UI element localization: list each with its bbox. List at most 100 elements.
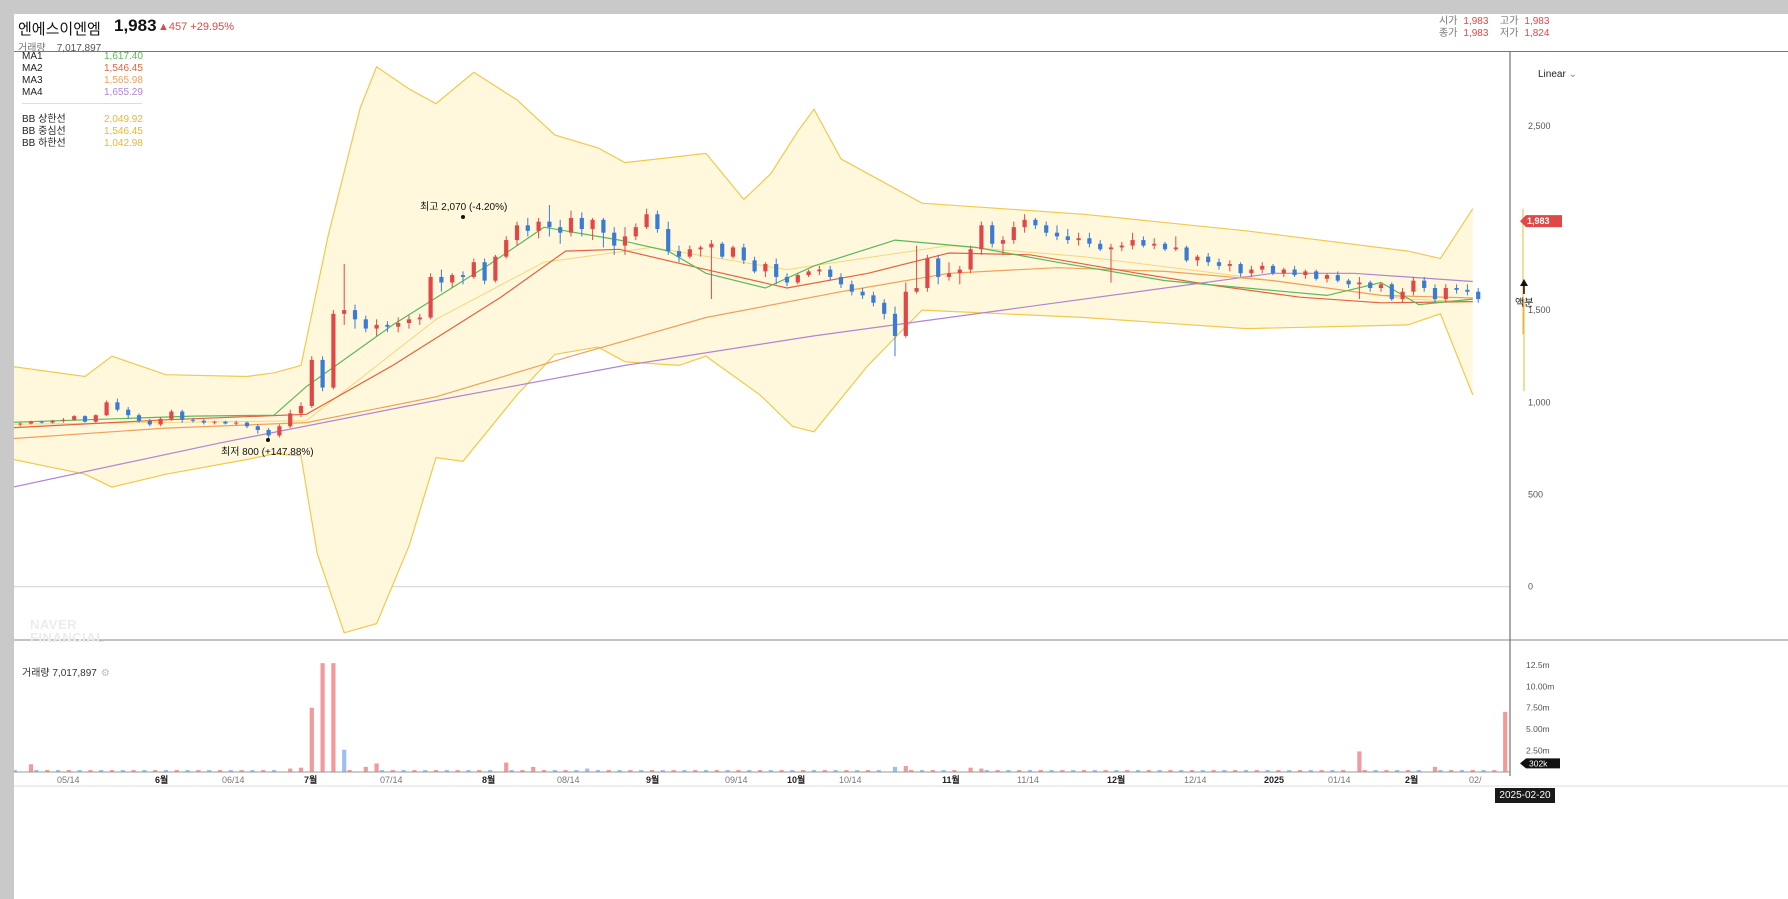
candle-body [536,221,541,231]
x-tick-label: 05/14 [57,775,80,785]
candle-body [1216,262,1222,266]
candle-body [309,359,314,406]
candle-body [1065,236,1070,241]
candle-body [428,276,433,318]
close-value: 1,983 [1463,28,1489,39]
ma1-legend: MA1 1,617.40 [22,51,143,62]
x-tick-label: 11월 [942,774,960,785]
volume-tick-label: 10.00m [1526,681,1554,691]
low-annotation: 최저 800 (+147.88%) [221,446,314,458]
legend-name: MA2 [22,63,43,74]
candle-body [406,319,412,324]
candle-body [493,256,498,281]
candle-body [1054,232,1060,237]
candle-body [612,232,617,246]
candle-body [93,415,98,422]
volume-tick-label: 7.50m [1526,703,1550,713]
legend-name: MA1 [22,51,43,62]
scale-mode-button[interactable]: Linear ⌄ [1538,69,1577,80]
candle-body [396,323,401,327]
legend-value: 1,546.45 [104,63,143,74]
candle-body [450,275,455,283]
x-tick-label: 02/ [1469,775,1482,785]
x-tick-label: 09/14 [725,775,748,785]
candle-body [385,324,390,327]
y-tick-label: 500 [1528,490,1543,500]
candle-body [1152,243,1157,246]
ma3-legend: MA3 1,565.98 [22,75,143,86]
candle-body [1087,238,1092,244]
high-annotation: 최고 2,070 (-4.20%) [420,201,507,213]
candle-body [1022,219,1027,228]
candle-body [752,260,757,272]
low-marker [266,438,270,442]
candle-body [968,249,973,270]
candle-body [633,227,638,237]
volume-bar [585,768,590,772]
gear-icon[interactable]: ⚙ [101,668,110,679]
volume-title-text: 거래량 7,017,897 [22,668,97,679]
x-tick-label: 8월 [482,774,495,785]
candle-body [277,426,282,436]
candle-body [1432,288,1438,300]
candle-body [795,275,800,283]
candle-body [579,217,584,229]
candle-body [61,419,66,421]
ma2-legend: MA2 1,546.45 [22,63,143,74]
close-label: 종가 [1439,28,1458,39]
candle-body [730,247,736,257]
current-volume-label: 302k [1529,758,1548,768]
legend-value: 1,042.98 [104,138,143,149]
x-tick-label: 01/14 [1328,775,1351,785]
volume-bar [309,707,314,772]
stock-change: ▲457 +29.95% [158,21,235,33]
candle-body [568,217,574,233]
candle-body [892,313,898,336]
legend-value: 1,655.29 [104,87,143,98]
x-tick-label: 07/14 [380,775,403,785]
volume-bar [331,663,336,772]
volume-tick-label: 12.5m [1526,660,1550,670]
volume-bar [342,749,347,772]
candle-body [50,420,55,423]
candle-body [190,419,196,421]
y-tick-label: 0 [1528,582,1533,592]
candle-body [180,411,185,420]
candle-body [1357,282,1362,285]
chart-frame: 액분 최고 2,070 (-4.20%) 최저 800 (+147.88%) 0 500… [14,14,1788,899]
candle-body [806,271,811,276]
candle-body [1400,291,1405,300]
candle-body [590,219,595,229]
y-tick-label: 2,500 [1528,121,1551,131]
volume-bar [892,766,898,772]
stock-chart[interactable]: 액분최고 2,070 (-4.20%)최저 800 (+147.88%)0500… [14,14,1788,899]
candle-body [1411,280,1416,292]
candle-body [525,225,530,231]
candle-body [666,229,671,252]
volume-bar [288,768,293,772]
legend-divider [22,103,142,104]
candle-body [946,273,952,277]
candle-body [223,421,228,424]
crosshair-date-badge: 2025-02-20 [1495,788,1555,803]
candle-body [331,313,336,388]
legend-value: 1,565.98 [104,75,143,86]
volume-bar [374,763,379,772]
y-tick-label: 1,000 [1528,397,1551,407]
candle-body [1119,245,1124,248]
candle-body [936,258,941,277]
y-tick-label: 1,500 [1528,305,1551,315]
candle-body [363,319,368,329]
candle-body [482,262,487,281]
candle-body [1130,240,1135,246]
candle-body [201,420,206,423]
candle-body [1378,284,1384,288]
volume-bar [1357,751,1362,772]
candle-body [676,251,682,257]
candle-body [104,402,109,416]
candle-body [882,302,887,314]
candle-body [1303,271,1308,276]
candle-body [439,276,444,283]
scale-mode-label: Linear [1538,69,1566,80]
x-tick-label: 10월 [787,774,805,785]
